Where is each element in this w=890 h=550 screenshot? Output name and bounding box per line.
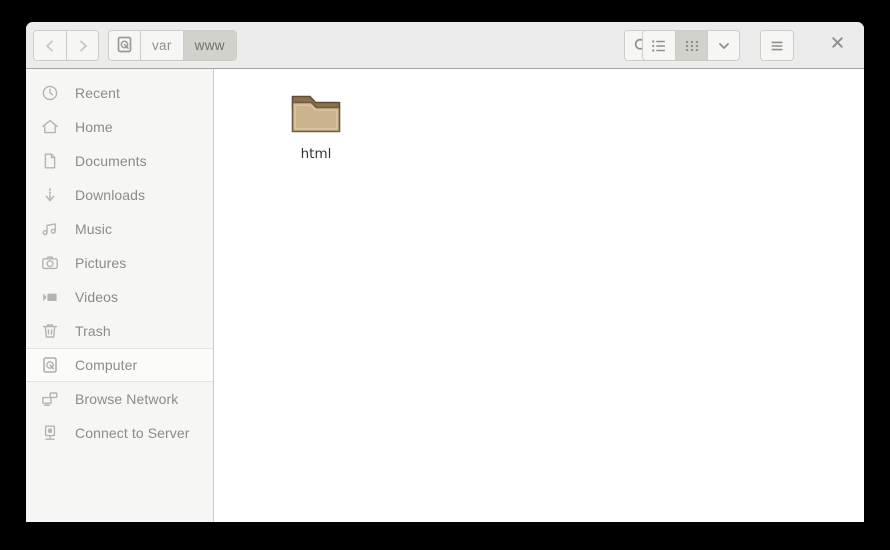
clock-icon [39, 82, 61, 104]
view-switcher-group [642, 30, 740, 61]
sidebar-item-downloads[interactable]: Downloads [26, 178, 213, 212]
sidebar-item-label: Home [75, 119, 113, 135]
drive-icon [116, 36, 133, 56]
list-view-button[interactable] [643, 31, 675, 60]
sidebar-item-label: Trash [75, 323, 111, 339]
sidebar-item-recent[interactable]: Recent [26, 76, 213, 110]
sidebar-item-label: Videos [75, 289, 119, 305]
file-list-view[interactable]: html [215, 69, 864, 522]
close-icon [830, 35, 845, 55]
navigation-button-group [33, 30, 99, 61]
sidebar-item-documents[interactable]: Documents [26, 144, 213, 178]
download-icon [39, 184, 61, 206]
close-button[interactable] [822, 30, 852, 59]
trash-icon [39, 320, 61, 342]
grid-view-icon [684, 38, 700, 54]
sidebar-item-label: Pictures [75, 255, 127, 271]
breadcrumb-item-var[interactable]: var [140, 31, 183, 60]
sidebar-item-label: Downloads [75, 187, 146, 203]
breadcrumb-item-drive[interactable] [109, 31, 140, 60]
menu-button-group [760, 30, 794, 61]
breadcrumb: var www [108, 30, 237, 61]
sidebar-item-label: Recent [75, 85, 120, 101]
list-item[interactable]: html [273, 91, 359, 162]
sidebar-item-label: Documents [75, 153, 147, 169]
home-icon [39, 116, 61, 138]
breadcrumb-label: var [152, 38, 172, 53]
sidebar-item-computer[interactable]: Computer [26, 348, 213, 382]
chevron-down-icon [716, 38, 732, 54]
drive-icon [39, 354, 61, 376]
breadcrumb-label: www [194, 38, 225, 53]
view-options-button[interactable] [707, 31, 739, 60]
sidebar: Recent Home Documents Downloads Music Pi… [26, 69, 214, 522]
chevron-left-icon [43, 39, 57, 53]
video-icon [39, 286, 61, 308]
forward-button[interactable] [66, 31, 98, 60]
hamburger-menu-icon [769, 38, 785, 54]
document-icon [39, 150, 61, 172]
sidebar-item-browse-network[interactable]: Browse Network [26, 382, 213, 416]
network-icon [39, 388, 61, 410]
breadcrumb-item-www[interactable]: www [182, 31, 236, 60]
grid-view-button[interactable] [675, 31, 707, 60]
sidebar-item-connect-to-server[interactable]: Connect to Server [26, 416, 213, 450]
back-button[interactable] [34, 31, 66, 60]
list-view-icon [651, 38, 667, 54]
sidebar-item-label: Browse Network [75, 391, 179, 407]
sidebar-item-trash[interactable]: Trash [26, 314, 213, 348]
sidebar-item-music[interactable]: Music [26, 212, 213, 246]
file-manager-window: var www Recent Home Documents Downloads … [26, 22, 864, 522]
server-icon [39, 422, 61, 444]
chevron-right-icon [76, 39, 90, 53]
music-icon [39, 218, 61, 240]
folder-icon [290, 91, 342, 135]
camera-icon [39, 252, 61, 274]
sidebar-item-videos[interactable]: Videos [26, 280, 213, 314]
sidebar-item-pictures[interactable]: Pictures [26, 246, 213, 280]
header-bar: var www [26, 22, 864, 69]
main-menu-button[interactable] [761, 31, 793, 60]
sidebar-item-home[interactable]: Home [26, 110, 213, 144]
sidebar-item-label: Connect to Server [75, 425, 190, 441]
sidebar-item-label: Music [75, 221, 113, 237]
sidebar-item-label: Computer [75, 357, 138, 373]
list-item-label: html [300, 146, 332, 162]
